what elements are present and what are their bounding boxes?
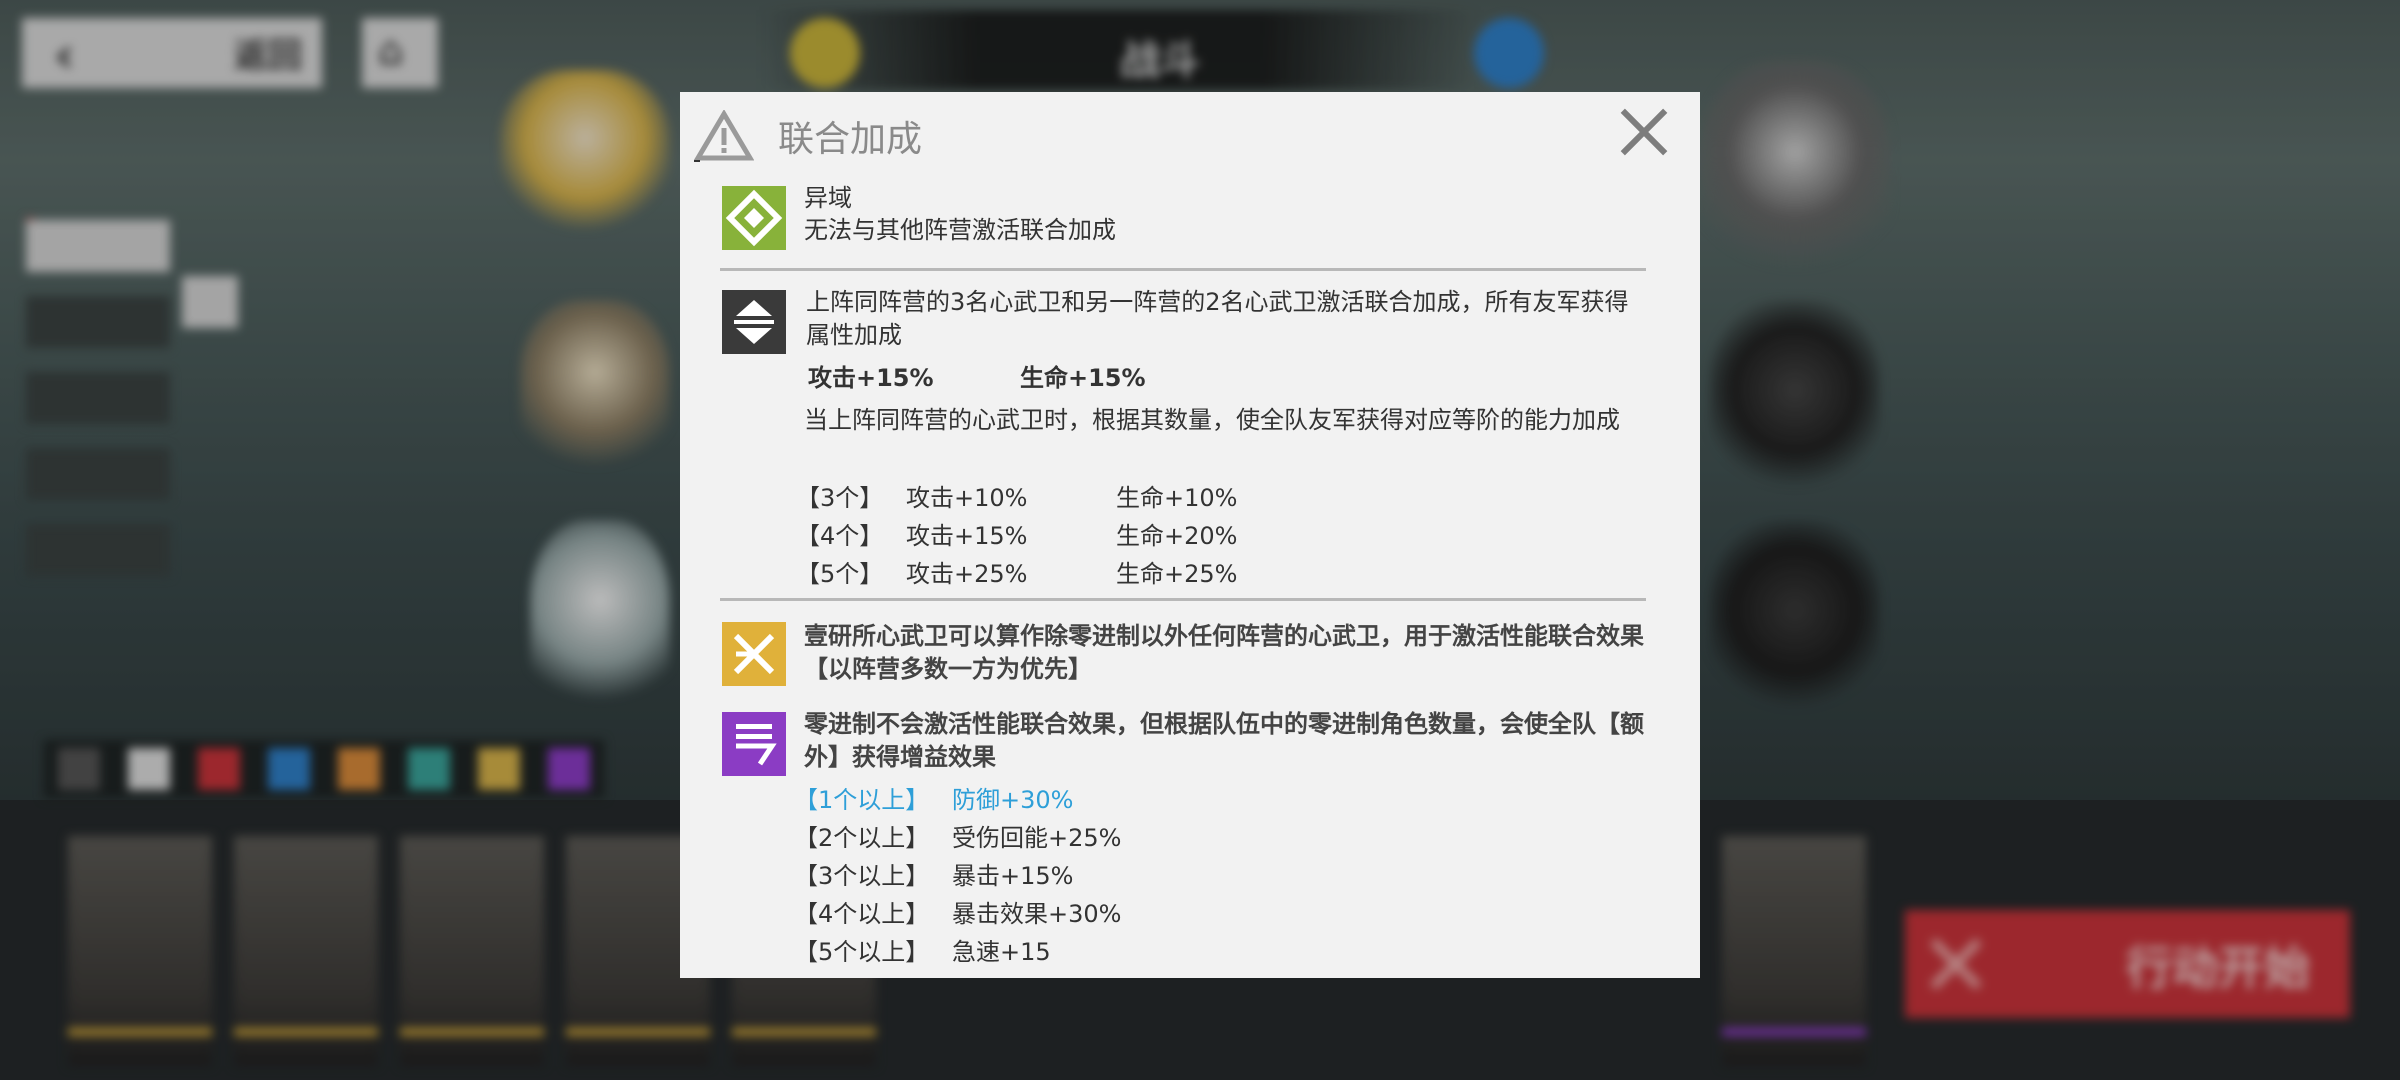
- title-accent: [694, 160, 700, 162]
- tier-attack: 攻击+15%: [906, 522, 1028, 550]
- zero-tier-effect: 暴击效果+30%: [952, 900, 1122, 928]
- other-faction-desc: 无法与其他阵营激活联合加成: [804, 216, 1116, 244]
- zero-tier-count: 【1个以上】: [794, 786, 930, 814]
- divider: [720, 268, 1646, 271]
- yiyan-note: 壹研所心武卫可以算作除零进制以外任何阵营的心武卫，用于激活性能联合效果【以阵营多…: [804, 622, 1644, 683]
- union-bonus-dialog: 联合加成 异域 无法与其他阵营激活联合加成 上阵同阵营的3名心武卫和另一阵营的2…: [680, 92, 1700, 978]
- tier-count: 【5个】: [796, 560, 884, 588]
- union-attack-bonus: 攻击+15%: [808, 364, 934, 392]
- tier-count: 【4个】: [796, 522, 884, 550]
- other-faction-name: 异域: [804, 184, 852, 212]
- tier-hp: 生命+20%: [1116, 522, 1238, 550]
- union-bonus-desc: 上阵同阵营的3名心武卫和另一阵营的2名心武卫激活联合加成，所有友军获得属性加成: [806, 288, 1629, 349]
- close-button[interactable]: [1618, 106, 1670, 158]
- warning-icon: [694, 110, 754, 161]
- zero-tier-count: 【4个以上】: [794, 900, 930, 928]
- tier-desc: 当上阵同阵营的心武卫时，根据其数量，使全队友军获得对应等阶的能力加成: [804, 406, 1620, 434]
- zero-tier-count: 【5个以上】: [794, 938, 930, 966]
- zero-tier-count: 【2个以上】: [794, 824, 930, 852]
- yiyan-faction-icon: [722, 622, 786, 686]
- tier-attack: 攻击+10%: [906, 484, 1028, 512]
- zero-tier-effect: 防御+30%: [952, 786, 1074, 814]
- union-hp-bonus: 生命+15%: [1020, 364, 1146, 392]
- dialog-title: 联合加成: [778, 119, 923, 160]
- union-bonus-icon: [722, 290, 786, 354]
- zero-faction-icon: [722, 712, 786, 776]
- zero-tier-effect: 急速+15: [952, 938, 1051, 966]
- zero-tier-effect: 暴击+15%: [952, 862, 1074, 890]
- tier-hp: 生命+25%: [1116, 560, 1238, 588]
- tier-hp: 生命+10%: [1116, 484, 1238, 512]
- zero-tier-count: 【3个以上】: [794, 862, 930, 890]
- zero-tier-effect: 受伤回能+25%: [952, 824, 1122, 852]
- other-faction-icon: [722, 186, 786, 250]
- tier-count: 【3个】: [796, 484, 884, 512]
- zero-note: 零进制不会激活性能联合效果，但根据队伍中的零进制角色数量，会使全队【额外】获得增…: [804, 710, 1644, 771]
- tier-attack: 攻击+25%: [906, 560, 1028, 588]
- divider: [720, 598, 1646, 601]
